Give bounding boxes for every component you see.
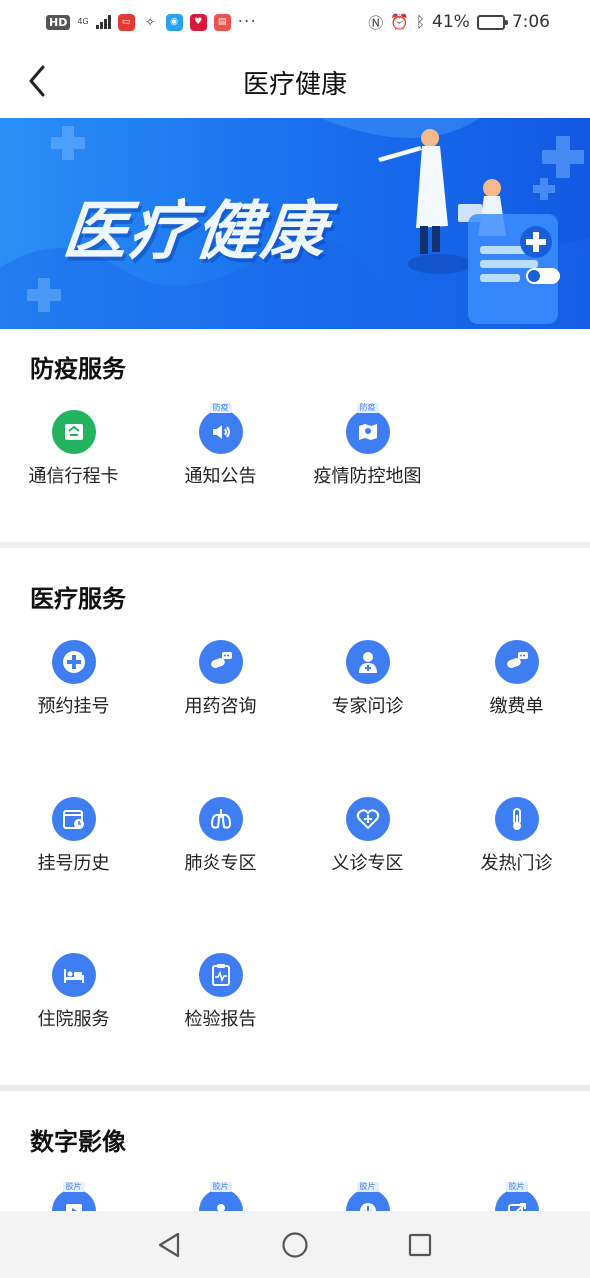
tile-label: 专家问诊: [331, 696, 404, 717]
book-app-icon: ▤: [213, 13, 231, 31]
heart-plus-icon: [345, 797, 390, 841]
report-icon: [198, 953, 243, 997]
system-navigation-bar: [0, 1211, 590, 1278]
tile-tag: 胶片: [209, 1182, 232, 1192]
tile-label: 挂号历史: [37, 853, 110, 874]
square-recent-icon: [408, 1233, 432, 1257]
tile-film-4[interactable]: 胶片: [443, 1182, 590, 1211]
tile-tag: 胶片: [505, 1182, 528, 1192]
tile-label: 预约挂号: [37, 696, 110, 717]
heart-app-icon: ♥: [189, 13, 207, 31]
more-notifications-icon: ···: [237, 12, 257, 32]
pill-chat-icon: [198, 640, 243, 684]
tile-film-2[interactable]: 胶片: [147, 1182, 294, 1211]
doctor-icon: [345, 640, 390, 684]
tile-label: 肺炎专区: [184, 853, 257, 874]
speaker-icon: 防疫: [198, 403, 243, 454]
network-type: 4G: [77, 18, 88, 26]
tile-drug-consult[interactable]: 用药咨询: [147, 640, 294, 740]
medical-panel-illustration: [468, 214, 560, 324]
shop-app-icon: ▭: [117, 13, 135, 31]
tile-fever-clinic[interactable]: 发热门诊: [443, 797, 590, 897]
tile-label: 住院服务: [37, 1009, 110, 1030]
nav-bar: 医疗健康: [0, 44, 590, 118]
battery-icon: [476, 14, 508, 30]
alarm-icon: ⏰: [390, 13, 409, 31]
tile-epidemic-map[interactable]: 防疫 疫情防控地图: [294, 403, 441, 510]
tile-film-3[interactable]: 胶片: [294, 1182, 441, 1211]
film-play-icon: 胶片: [51, 1182, 96, 1211]
film-share-icon: 胶片: [494, 1182, 539, 1211]
section-title: 医疗服务: [30, 585, 126, 613]
tile-hospitalization[interactable]: 住院服务: [0, 953, 147, 1053]
weibo-app-icon: ✧: [141, 13, 159, 31]
section-medical-services: 医疗服务 预约挂号 用药咨询 专家问诊 缴费单 挂号历史 肺炎专区 义诊专区 发…: [0, 548, 590, 1085]
thermometer-icon: [494, 797, 539, 841]
tile-tag: 防疫: [209, 403, 232, 413]
hospital-bed-icon: [51, 953, 96, 997]
travel-card-icon: [51, 410, 96, 454]
bluetooth-icon: ᛒ: [416, 13, 426, 31]
section-title: 数字影像: [30, 1128, 126, 1156]
tile-label: 疫情防控地图: [313, 466, 422, 487]
tile-travel-card[interactable]: 通信行程卡: [0, 410, 147, 510]
tile-label: 用药咨询: [184, 696, 257, 717]
hero-banner[interactable]: 医疗健康: [0, 118, 590, 329]
medical-cross-icon: [51, 640, 96, 684]
bulb-app-icon: ◉: [165, 13, 183, 31]
status-bar-right: Ⓝ ⏰ ᛒ 41% 7:06: [368, 12, 550, 33]
tile-payment[interactable]: 缴费单: [443, 640, 590, 740]
tile-pneumonia[interactable]: 肺炎专区: [147, 797, 294, 897]
calendar-clock-icon: [51, 797, 96, 841]
tile-notice[interactable]: 防疫 通知公告: [147, 403, 294, 510]
tile-appointment[interactable]: 预约挂号: [0, 640, 147, 740]
signal-icon: [95, 15, 111, 29]
circle-home-icon: [282, 1232, 308, 1258]
page-title: 医疗健康: [242, 70, 347, 100]
section-digital-imaging: 数字影像 胶片 胶片 胶片 胶片: [0, 1091, 590, 1211]
tile-label: 发热门诊: [480, 853, 553, 874]
triangle-back-icon: [158, 1232, 180, 1258]
system-home-button[interactable]: [278, 1228, 312, 1262]
tile-expert-consult[interactable]: 专家问诊: [294, 640, 441, 740]
tile-label: 通信行程卡: [28, 466, 119, 487]
system-recent-button[interactable]: [403, 1228, 437, 1262]
map-icon: 防疫: [345, 403, 390, 454]
tile-tag: 胶片: [356, 1182, 379, 1192]
tile-label: 缴费单: [489, 696, 544, 717]
clock: 7:06: [511, 12, 550, 32]
tile-tag: 防疫: [356, 403, 379, 413]
tile-label: 通知公告: [184, 466, 257, 487]
film-person-icon: 胶片: [198, 1182, 243, 1211]
doctor-illustration: [378, 129, 472, 274]
battery-percent: 41%: [432, 12, 470, 32]
section-epidemic-services: 防疫服务 通信行程卡 防疫 通知公告 防疫 疫情防控地图: [0, 329, 590, 542]
status-bar-left: HD 4G ▭ ✧ ◉ ♥ ▤ ···: [46, 12, 257, 32]
banner-title: 医疗健康: [59, 195, 332, 269]
tile-label: 检验报告: [184, 1009, 257, 1030]
status-bar: HD 4G ▭ ✧ ◉ ♥ ▤ ··· Ⓝ ⏰ ᛒ 41% 7:06: [0, 0, 590, 44]
tile-tag: 胶片: [62, 1182, 85, 1192]
pill-chat-icon: [494, 640, 539, 684]
hd-badge: HD: [46, 14, 71, 30]
system-back-button[interactable]: [152, 1228, 186, 1262]
nfc-icon: Ⓝ: [368, 13, 384, 32]
tile-appointment-history[interactable]: 挂号历史: [0, 797, 147, 897]
section-title: 防疫服务: [30, 355, 126, 383]
tile-film-1[interactable]: 胶片: [0, 1182, 147, 1211]
film-download-icon: 胶片: [345, 1182, 390, 1211]
tile-lab-report[interactable]: 检验报告: [147, 953, 294, 1053]
tile-label: 义诊专区: [331, 853, 404, 874]
network-label: 4G: [77, 17, 89, 26]
lungs-icon: [198, 797, 243, 841]
tile-free-clinic[interactable]: 义诊专区: [294, 797, 441, 897]
